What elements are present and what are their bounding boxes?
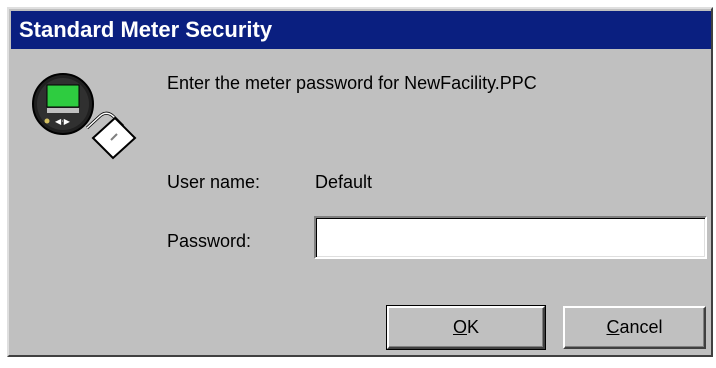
meter-security-dialog: Standard Meter Security ◀·▶ Enter the me… [7, 7, 713, 357]
user-name-value: Default [315, 172, 373, 192]
dialog-titlebar: Standard Meter Security [11, 11, 711, 49]
ok-mnemonic: O [452, 317, 467, 337]
password-label: Password: [167, 231, 252, 251]
cancel-button[interactable]: Cancel [563, 306, 706, 349]
ok-label-rest: K [467, 317, 480, 337]
meter-lock-icon: ◀·▶ [32, 73, 137, 160]
user-name-label: User name: [167, 172, 261, 192]
password-field[interactable] [314, 216, 707, 259]
cancel-mnemonic: C [606, 317, 620, 337]
cancel-label-rest: ancel [619, 317, 663, 337]
ok-button[interactable]: OK [386, 305, 546, 350]
svg-text:◀·▶: ◀·▶ [55, 117, 71, 126]
password-prompt: Enter the meter password for NewFacility… [167, 73, 537, 93]
